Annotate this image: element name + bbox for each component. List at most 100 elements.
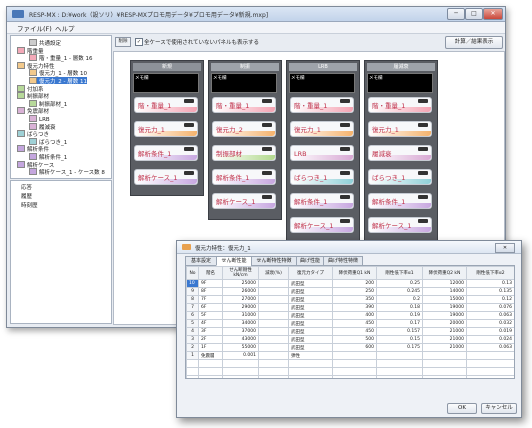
panel-card[interactable]: 階・重量_1 — [368, 97, 432, 113]
calc-result-button[interactable]: 計算／結果表示 — [445, 36, 503, 49]
table-row[interactable]: 2 1F 55000 武田型 600 0.175 21000 0.063 — [186, 343, 514, 352]
table-cell[interactable]: 15000 — [422, 295, 467, 304]
panel-card[interactable]: 解析ケース_1 — [290, 217, 354, 233]
table-cell[interactable]: 6 — [186, 311, 199, 320]
restoring-type-cell[interactable]: 武田型 — [288, 311, 333, 320]
panel-card[interactable]: 復元力_1 — [134, 121, 198, 137]
dialog-tab[interactable]: 曲げ性能 — [296, 256, 324, 266]
edit-icon[interactable] — [418, 219, 428, 223]
restoring-type-cell[interactable]: 武田型 — [288, 279, 333, 288]
edit-icon[interactable] — [418, 123, 428, 127]
table-cell[interactable]: 4F — [198, 319, 223, 328]
panel-card[interactable]: 解析条件_1 — [368, 193, 432, 209]
table-cell[interactable]: 25000 — [222, 279, 259, 288]
table-cell[interactable]: 8F — [198, 287, 223, 296]
show-unused-checkbox[interactable]: ✓ — [135, 38, 143, 46]
table-cell[interactable]: 10 — [186, 279, 199, 288]
table-cell[interactable]: 0.135 — [466, 287, 514, 296]
table-cell[interactable] — [258, 295, 289, 304]
table-cell[interactable]: 31000 — [222, 311, 259, 320]
panel-card[interactable]: 復元力_1 — [290, 121, 354, 137]
tree-item[interactable]: 階・重量_1 - 層数 16 — [29, 54, 92, 62]
panel-card[interactable]: 解析条件_1 — [290, 193, 354, 209]
edit-icon[interactable] — [262, 99, 272, 103]
tree-item-timeseries[interactable]: 時刻歴 — [21, 203, 38, 210]
table-cell[interactable]: 0.076 — [466, 303, 514, 312]
tree-item[interactable]: 制振部材_1 — [29, 99, 67, 108]
table-row[interactable]: 3 2F 43000 武田型 500 0.15 21000 0.024 — [186, 335, 514, 344]
panel-card[interactable]: 制振部材 — [212, 145, 276, 161]
table-cell[interactable]: 0.2 — [376, 295, 423, 304]
menu-help[interactable]: ヘルプ — [55, 23, 75, 33]
table-cell[interactable] — [466, 351, 514, 360]
panel-card[interactable]: 復元力_1 — [368, 121, 432, 137]
tree-item[interactable]: 制振部材 — [17, 92, 49, 100]
tree-item-response[interactable]: 応答 — [21, 185, 32, 192]
restoring-type-cell[interactable]: 武田型 — [288, 343, 333, 352]
table-cell[interactable]: 0.12 — [466, 295, 514, 304]
tree-item[interactable]: 解析条件_1 — [29, 153, 67, 161]
table-cell[interactable] — [258, 351, 289, 360]
panel-card[interactable]: 解析ケース_1 — [134, 169, 198, 185]
panel-card[interactable]: 階・重量_1 — [290, 97, 354, 113]
table-cell[interactable]: 4 — [186, 327, 199, 336]
table-cell[interactable]: 免震層 — [198, 351, 223, 360]
tree-item[interactable]: 復元力_2 - 層数 11 — [29, 77, 87, 85]
table-cell[interactable]: 37000 — [222, 327, 259, 336]
table-cell[interactable]: 3 — [186, 335, 199, 344]
table-cell[interactable]: 5 — [186, 319, 199, 328]
edit-icon[interactable] — [340, 195, 350, 199]
table-cell[interactable]: 0.19 — [376, 311, 423, 320]
table-cell[interactable] — [422, 351, 467, 360]
table-row[interactable]: 7 6F 29000 武田型 390 0.18 19000 0.076 — [186, 303, 514, 312]
table-cell[interactable] — [258, 279, 289, 288]
tree-item[interactable]: ばらつき — [17, 130, 49, 138]
table-cell[interactable]: 21000 — [422, 335, 467, 344]
edit-icon[interactable] — [340, 147, 350, 151]
restoring-type-cell[interactable]: 武田型 — [288, 303, 333, 312]
table-cell[interactable]: 0.25 — [376, 279, 423, 288]
tree-item[interactable]: 解析ケース_1 - ケース数 8 — [29, 168, 105, 176]
edit-icon[interactable] — [418, 195, 428, 199]
table-cell[interactable]: 0.063 — [466, 343, 514, 352]
panel-card[interactable]: 階・重量_1 — [212, 97, 276, 113]
edit-icon[interactable] — [184, 147, 194, 151]
table-cell[interactable]: 0.024 — [466, 335, 514, 344]
tree-item[interactable]: 階重量 — [17, 46, 44, 55]
restoring-type-cell[interactable]: 武田型 — [288, 335, 333, 344]
panel-card[interactable]: 履減衰 — [368, 145, 432, 161]
table-cell[interactable]: 0.17 — [376, 319, 423, 328]
tree-item[interactable]: 免震部材 — [17, 107, 49, 115]
tree-item[interactable]: ばらつき_1 — [29, 137, 67, 146]
tree-item[interactable]: 履減衰 — [29, 122, 56, 131]
table-cell[interactable] — [258, 343, 289, 352]
tree-item[interactable]: 付加系 — [17, 84, 44, 93]
table-cell[interactable]: 0.15 — [376, 335, 423, 344]
edit-icon[interactable] — [418, 99, 428, 103]
minimize-button[interactable]: ─ — [447, 8, 465, 20]
table-cell[interactable] — [258, 287, 289, 296]
panel-card[interactable]: 復元力_2 — [212, 121, 276, 137]
edit-icon[interactable] — [184, 123, 194, 127]
table-row[interactable]: 1 免震層 0.001 弾性 — [186, 351, 514, 360]
table-cell[interactable]: 400 — [332, 311, 377, 320]
case-column-header[interactable]: 新規 — [133, 63, 201, 71]
table-cell[interactable]: 43000 — [222, 335, 259, 344]
table-cell[interactable]: 26000 — [222, 287, 259, 296]
edit-icon[interactable] — [262, 171, 272, 175]
table-cell[interactable]: 7F — [198, 295, 223, 304]
tree-item[interactable]: 解析条件 — [17, 145, 49, 153]
table-cell[interactable]: 500 — [332, 335, 377, 344]
table-cell[interactable]: 9 — [186, 287, 199, 296]
edit-icon[interactable] — [262, 147, 272, 151]
table-cell[interactable] — [258, 311, 289, 320]
table-cell[interactable]: 55000 — [222, 343, 259, 352]
maximize-button[interactable]: □ — [465, 8, 483, 20]
case-column-header[interactable]: 履減衰 — [367, 63, 435, 71]
case-column[interactable]: 新規 メモ欄 階・重量_1 復元力_1 解析条件_1 解析ケース_1 — [130, 60, 204, 196]
panel-card[interactable]: ばらつき_1 — [368, 169, 432, 185]
edit-icon[interactable] — [340, 99, 350, 103]
panel-card[interactable]: 解析ケース_1 — [212, 193, 276, 209]
panel-card[interactable]: 階・重量_1 — [134, 97, 198, 113]
tree-item[interactable]: 解析ケース — [17, 160, 54, 169]
